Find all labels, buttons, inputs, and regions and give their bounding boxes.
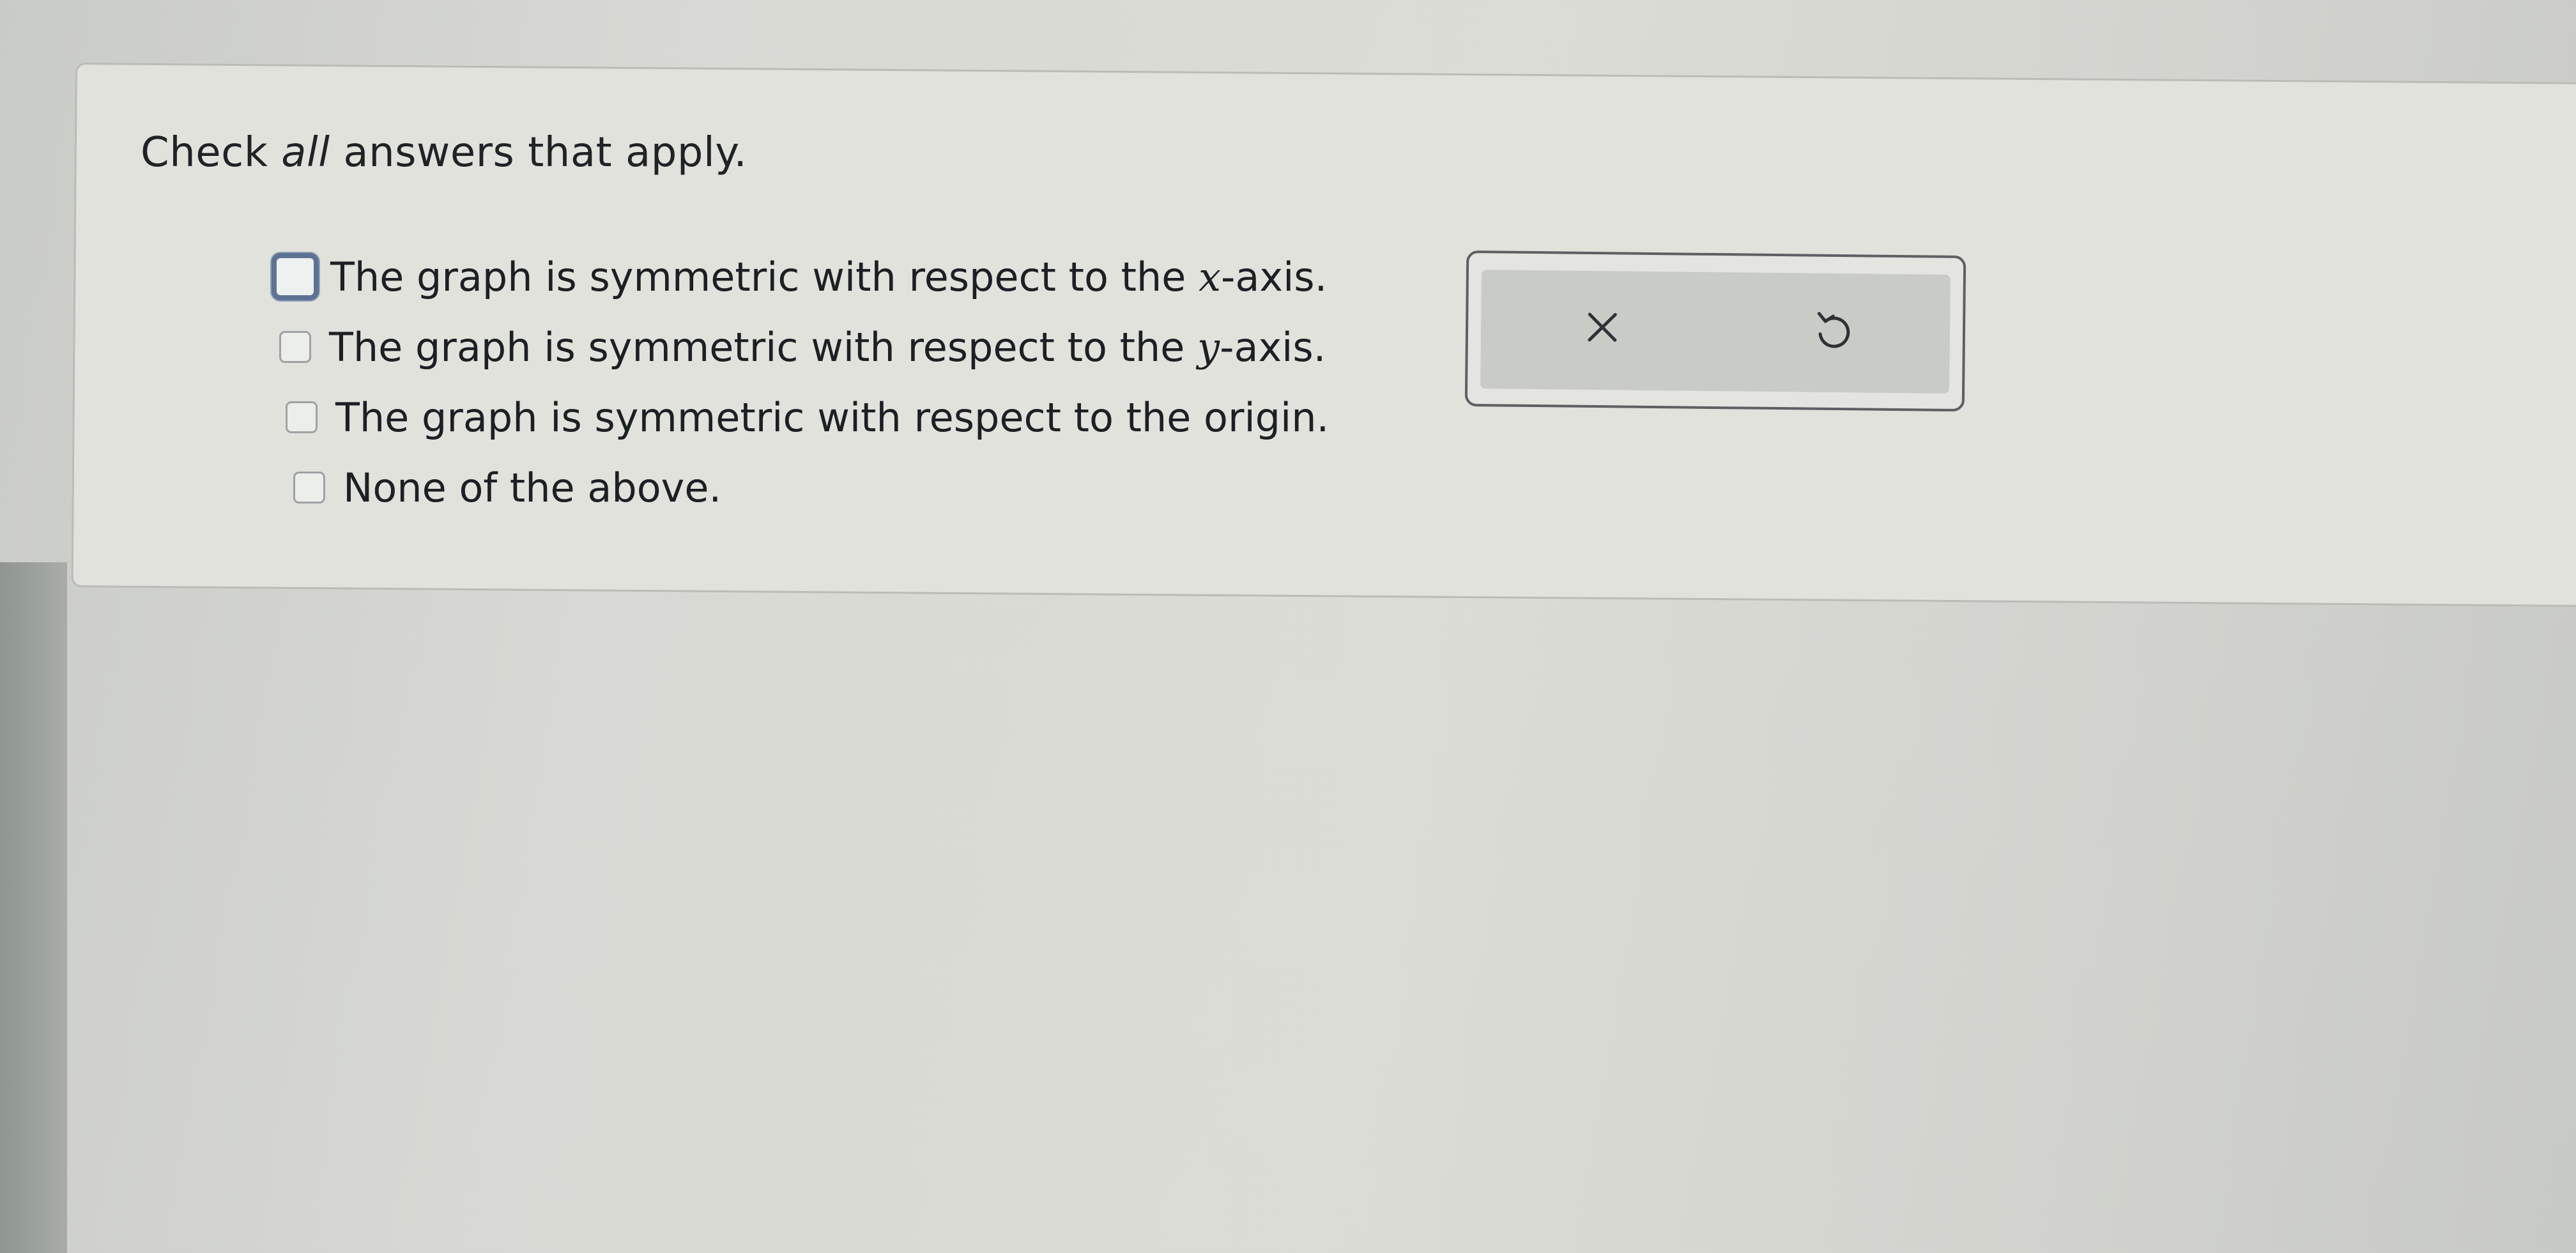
option-x-axis[interactable]: The graph is symmetric with respect to t…	[272, 242, 1329, 312]
option-x-axis-label[interactable]: The graph is symmetric with respect to t…	[330, 254, 1327, 300]
instruction-emphasis: all	[281, 129, 330, 176]
option-x-axis-checkbox[interactable]	[272, 253, 319, 300]
option-origin[interactable]: The graph is symmetric with respect to t…	[286, 382, 1329, 452]
answer-toolbar	[1464, 250, 1966, 412]
option-origin-checkbox[interactable]	[286, 401, 318, 433]
option-none-label[interactable]: None of the above.	[343, 465, 721, 511]
option-y-axis[interactable]: The graph is symmetric with respect to t…	[279, 312, 1329, 382]
instruction-text: Check all answers that apply.	[141, 129, 747, 176]
option-origin-label[interactable]: The graph is symmetric with respect to t…	[335, 394, 1329, 441]
clear-button[interactable]	[1577, 302, 1629, 353]
option-none[interactable]: None of the above.	[293, 452, 1329, 523]
undo-button[interactable]	[1808, 304, 1860, 356]
background-edge	[0, 562, 67, 1253]
x-icon	[1588, 312, 1617, 342]
undo-icon	[1817, 312, 1850, 348]
option-none-checkbox[interactable]	[293, 472, 325, 504]
answer-options: The graph is symmetric with respect to t…	[272, 242, 1329, 523]
option-y-axis-checkbox[interactable]	[279, 331, 311, 363]
toolbar-inner	[1480, 270, 1951, 394]
option-y-axis-label[interactable]: The graph is symmetric with respect to t…	[329, 324, 1326, 371]
